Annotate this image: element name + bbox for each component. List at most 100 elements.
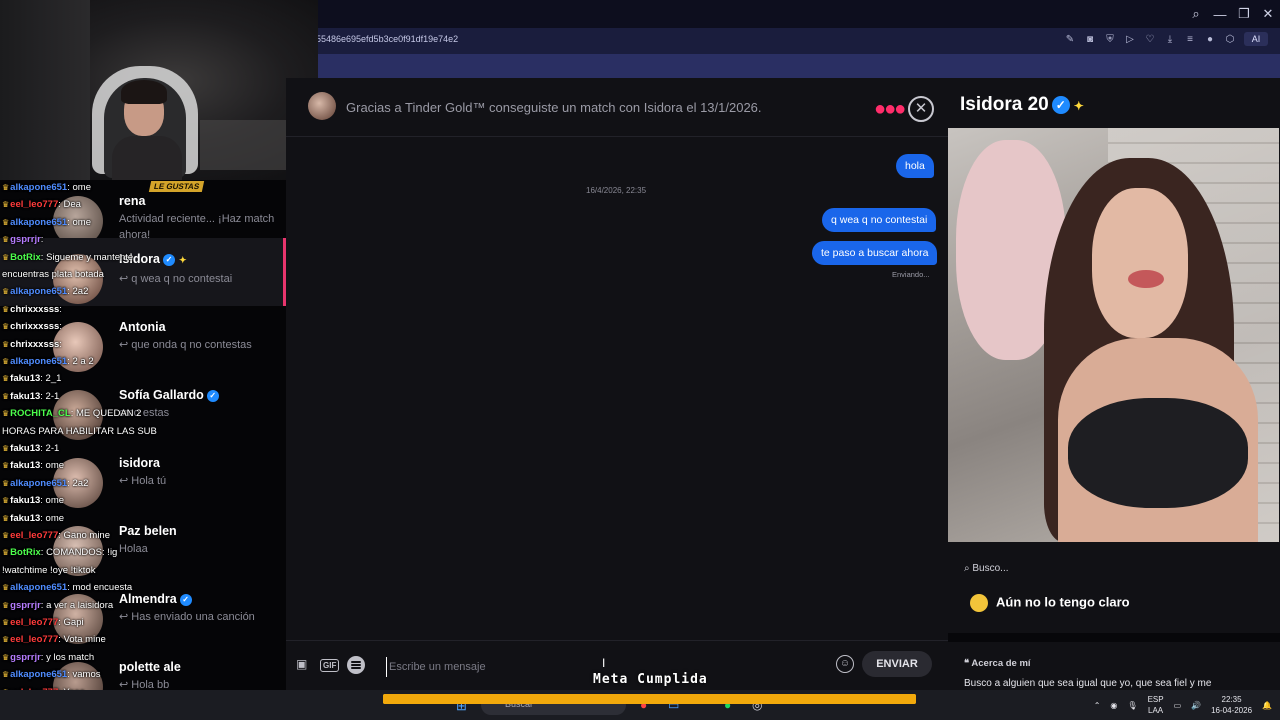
chat-username[interactable]: alkapone651 [10, 182, 67, 193]
menu-icon[interactable]: ≡ [1184, 32, 1196, 46]
chat-username[interactable]: BotRix [10, 252, 41, 263]
close-conversation-button[interactable]: ✕ [908, 96, 934, 122]
contact-card-icon[interactable]: ▣ [296, 657, 307, 671]
chat-badge-icon: ♛ [2, 391, 10, 401]
sent-message: te paso a buscar ahora [812, 241, 938, 265]
notifications-icon[interactable]: 🔔 [1262, 701, 1272, 710]
chat-username[interactable]: ROCHITA_CL [10, 408, 71, 419]
chat-message: ♛faku13: 2-1 [2, 391, 59, 402]
language-indicator[interactable]: ESP LAA [1148, 694, 1164, 716]
clock[interactable]: 22:35 16-04-2026 [1211, 694, 1252, 716]
chat-text: : ome [67, 216, 91, 228]
profile-photo[interactable] [948, 128, 1279, 542]
network-icon[interactable]: ▭ [1174, 701, 1182, 710]
chat-text: : 2-1 [40, 390, 60, 402]
chat-text: encuentras plata botada [2, 269, 104, 280]
chat-message: ♛gsprrjr: [2, 234, 43, 245]
chat-badge-icon: ♛ [2, 287, 10, 297]
chat-message: ♛alkapone651: ome [2, 217, 91, 228]
chevron-up-icon[interactable]: ⌃ [1094, 701, 1101, 710]
record-icon[interactable]: ◉ [1110, 701, 1117, 710]
speaker-icon[interactable]: 🔊 [1191, 701, 1201, 710]
chat-message: HORAS PARA HABILITAR LAS SUB [2, 426, 157, 437]
chat-username[interactable]: chrixxxsss [10, 339, 59, 350]
search-icon[interactable]: ⌕ [1184, 0, 1208, 28]
match-preview: ↩ Has enviado una canción [119, 611, 255, 623]
spotify-icon[interactable] [347, 656, 365, 674]
emoji-icon[interactable]: ☺ [836, 655, 854, 673]
chat-username[interactable]: faku13 [10, 513, 40, 524]
chat-text: : [59, 303, 62, 315]
chat-badge-icon: ♛ [2, 357, 10, 366]
chat-username[interactable]: alkapone651 [10, 478, 67, 489]
chat-username[interactable]: gsprrjr [10, 234, 41, 245]
camera-icon[interactable]: ◙ [1084, 32, 1096, 46]
play-icon[interactable]: ▷ [1124, 32, 1136, 46]
chat-username[interactable]: faku13 [10, 391, 40, 402]
chat-username[interactable]: eel_leo777 [10, 634, 58, 645]
chat-username[interactable]: eel_leo777 [10, 530, 58, 541]
chat-badge-icon: ♛ [2, 531, 10, 540]
chat-message: ♛BotRix: Sigueme y mantente [2, 252, 133, 263]
heart-icon[interactable]: ♡ [1144, 32, 1156, 46]
minimize-icon[interactable]: — [1208, 0, 1232, 28]
chat-username[interactable]: gsprrjr [10, 600, 41, 611]
match-name: polette ale [119, 660, 181, 674]
window-controls: ⌕ — ❐ ✕ [1184, 0, 1280, 28]
close-window-icon[interactable]: ✕ [1256, 0, 1280, 28]
chat-text: : vamos [67, 669, 101, 681]
sent-message: q wea q no contestai [822, 208, 937, 232]
verified-icon: ✓ [206, 389, 219, 402]
more-options-icon[interactable]: ●●● [874, 98, 906, 121]
chat-username[interactable]: alkapone651 [10, 356, 67, 367]
ai-button[interactable]: AI [1244, 32, 1268, 46]
restore-icon[interactable]: ❐ [1232, 0, 1256, 28]
microphone-icon[interactable]: 🎙 [1127, 701, 1137, 710]
chat-username[interactable]: alkapone651 [10, 286, 67, 297]
chat-username[interactable]: faku13 [10, 373, 40, 384]
match-name: Antonia [119, 320, 166, 334]
chat-badge-icon: ♛ [2, 252, 10, 262]
edit-icon[interactable]: ✎ [1064, 32, 1076, 46]
chat-badge-icon: ♛ [2, 652, 10, 662]
chat-message: ♛chrixxxsss: [2, 304, 62, 315]
chat-text: HORAS PARA HABILITAR LAS SUB [2, 425, 157, 437]
chat-message: ♛BotRix: COMANDOS: !ig [2, 547, 117, 558]
chat-username[interactable]: faku13 [10, 443, 40, 454]
chat-username[interactable]: chrixxxsss [10, 304, 59, 315]
chat-username[interactable]: alkapone651 [10, 582, 67, 593]
chat-text: : Dea [58, 199, 81, 211]
profile-name: Isidora 20 ✓ ✦ [960, 94, 1084, 115]
chat-message: ♛gsprrjr: y los match [2, 652, 94, 663]
profile-icon[interactable]: ● [1204, 32, 1216, 46]
bookmarks-bar [310, 54, 1280, 78]
chat-text: : [59, 321, 62, 333]
chat-username[interactable]: faku13 [10, 495, 40, 506]
chat-username[interactable]: alkapone651 [10, 217, 67, 228]
chat-message: ♛eel_leo777: Gapi [2, 617, 84, 628]
gif-button[interactable]: GIF [320, 659, 340, 672]
chat-message: ♛alkapone651: 2a2 [2, 478, 88, 489]
chat-text: : Gano mine [58, 530, 110, 541]
extension-icon[interactable]: ⬡ [1224, 32, 1236, 46]
url-text[interactable]: 55486e695efd5b3ce0f91df19e74e2 [316, 34, 458, 44]
chat-username[interactable]: eel_leo777 [10, 617, 58, 628]
chat-message: encuentras plata botada [2, 269, 104, 280]
chat-message: ♛eel_leo777: Vota mine [2, 634, 106, 645]
sent-message: hola [896, 154, 934, 178]
send-button[interactable]: ENVIAR [862, 651, 932, 677]
chat-message: ♛alkapone651: vamos [2, 669, 100, 680]
chat-username[interactable]: alkapone651 [10, 669, 67, 680]
match-preview: ↩ Hola tú [119, 475, 167, 487]
chat-username[interactable]: BotRix [10, 547, 41, 558]
address-bar[interactable]: 55486e695efd5b3ce0f91df19e74e2 ✎ ◙ ⛨ ▷ ♡… [310, 28, 1280, 54]
chat-username[interactable]: eel_leo777 [10, 199, 58, 210]
chat-message: ♛ROCHITA_CL: ME QUEDAN 2 [2, 408, 141, 419]
shield-icon[interactable]: ⛨ [1104, 32, 1116, 46]
chat-username[interactable]: gsprrjr [10, 652, 41, 663]
avatar[interactable] [308, 92, 336, 120]
chat-username[interactable]: faku13 [10, 460, 40, 471]
download-icon[interactable]: ⤓ [1164, 32, 1176, 46]
verified-icon: ✓ [1051, 95, 1070, 114]
chat-username[interactable]: chrixxxsss [10, 321, 59, 332]
